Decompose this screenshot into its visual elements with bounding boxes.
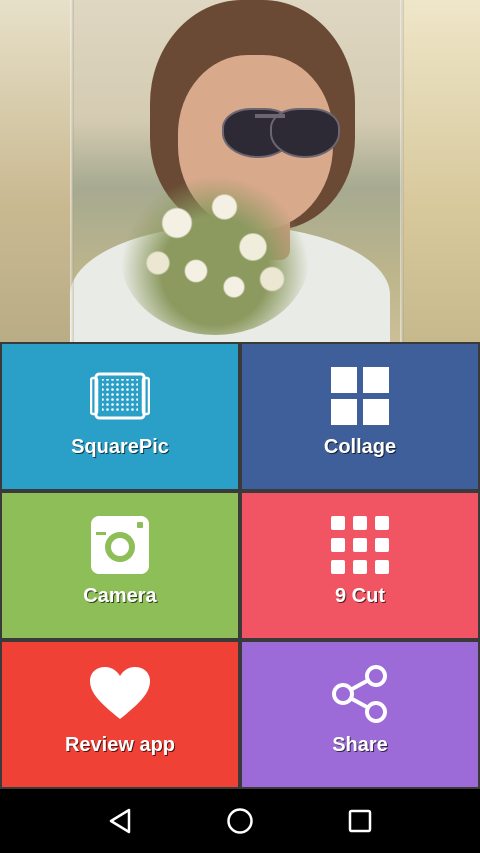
- photo-strip-left: [0, 0, 72, 342]
- ninecut-tile[interactable]: 9 Cut: [242, 493, 478, 638]
- review-app-label: Review app: [64, 734, 176, 756]
- squarepic-tile[interactable]: SquarePic: [2, 344, 238, 489]
- photo-strip-right: [402, 0, 480, 342]
- share-tile[interactable]: Share: [242, 642, 478, 787]
- back-icon: [109, 808, 131, 834]
- nine-grid-icon: [330, 515, 390, 575]
- app-root: SquarePic Collage Camera 9 Cut Review ap…: [0, 0, 480, 853]
- camera-tile[interactable]: Camera: [2, 493, 238, 638]
- review-app-tile[interactable]: Review app: [2, 642, 238, 787]
- sunglasses-bridge: [255, 114, 285, 118]
- photo-divider-right: [400, 0, 404, 342]
- feature-grid: SquarePic Collage Camera 9 Cut Review ap…: [0, 342, 480, 789]
- camera-label: Camera: [83, 585, 157, 607]
- squarepic-label: SquarePic: [71, 436, 169, 458]
- ninecut-label: 9 Cut: [335, 585, 385, 607]
- squarepic-icon: [90, 366, 150, 426]
- photo-flowers: [120, 175, 310, 335]
- back-button[interactable]: [96, 797, 144, 845]
- system-navigation-bar: [0, 789, 480, 853]
- home-icon: [227, 808, 253, 834]
- recents-button[interactable]: [336, 797, 384, 845]
- home-button[interactable]: [216, 797, 264, 845]
- camera-icon: [90, 515, 150, 575]
- heart-icon: [90, 664, 150, 724]
- share-icon: [330, 664, 390, 724]
- collage-tile[interactable]: Collage: [242, 344, 478, 489]
- collage-label: Collage: [323, 436, 397, 458]
- hero-photo: [0, 0, 480, 342]
- photo-divider-left: [70, 0, 74, 342]
- recents-icon: [348, 809, 372, 833]
- collage-grid-icon: [330, 366, 390, 426]
- share-label: Share: [332, 734, 388, 756]
